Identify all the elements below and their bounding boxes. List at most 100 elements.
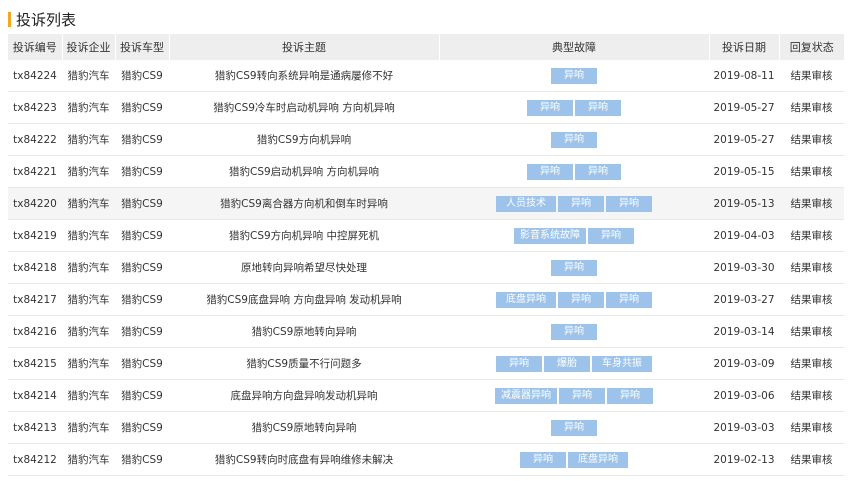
table-row[interactable]: tx84220 猎豹汽车 猎豹CS9 猎豹CS9离合器方向机和倒车时异响 人员技术 异响异…	[8, 187, 844, 220]
fault-tag[interactable]: 异响	[551, 131, 597, 148]
complaint-subject-link[interactable]: 猎豹CS9质量不行问题多	[169, 347, 439, 380]
fault-tag[interactable]: 异响	[575, 163, 621, 180]
table-row[interactable]: tx84214 猎豹汽车 猎豹CS9 底盘异响方向盘异响发动机异响 减震器异响 异响 异响 2…	[8, 379, 844, 412]
complaint-subject-link[interactable]: 原地转向异响希望尽快处理	[169, 251, 439, 284]
fault-tag[interactable]: 异响	[496, 355, 542, 372]
complaint-subject-link[interactable]: 底盘异响方向盘异响发动机异响	[169, 379, 439, 412]
fault-tag[interactable]: 异响	[606, 195, 652, 212]
fault-tags-cell: 异响	[439, 123, 709, 156]
fault-tags: 底盘异响 异响 异响	[439, 291, 709, 308]
table-body: tx84224 猎豹汽车 猎豹CS9 猎豹CS9转向系统异响是通病屡修不好 异响 2019…	[8, 60, 844, 476]
fault-tags: 异响	[439, 419, 709, 436]
table-row[interactable]: tx84218 猎豹汽车 猎豹CS9 原地转向异响希望尽快处理 异响 2019-03-30…	[8, 251, 844, 284]
company-name: 猎豹汽车	[62, 123, 115, 156]
company-name: 猎豹汽车	[62, 443, 115, 476]
fault-tag[interactable]: 底盘异响	[496, 291, 556, 308]
fault-tags-cell: 异响	[439, 60, 709, 92]
fault-tags-cell: 减震器异响 异响 异响	[439, 379, 709, 412]
complaint-date: 2019-03-03	[709, 411, 779, 444]
fault-tag[interactable]: 异响	[551, 323, 597, 340]
complaint-subject-link[interactable]: 猎豹CS9离合器方向机和倒车时异响	[169, 187, 439, 220]
table-row[interactable]: tx84224 猎豹汽车 猎豹CS9 猎豹CS9转向系统异响是通病屡修不好 异响 2019…	[8, 60, 844, 92]
fault-tags: 减震器异响 异响 异响	[439, 387, 709, 404]
car-model: 猎豹CS9	[115, 411, 169, 444]
complaint-date: 2019-05-13	[709, 187, 779, 220]
fault-tag[interactable]: 减震器异响	[495, 387, 557, 404]
fault-tag[interactable]: 异响	[551, 259, 597, 276]
fault-tag[interactable]: 影音系统故障	[514, 227, 586, 244]
reply-status: 结果审核	[779, 347, 844, 380]
table-row[interactable]: tx84215 猎豹汽车 猎豹CS9 猎豹CS9质量不行问题多 异响 爆胎 车身共振 2019…	[8, 347, 844, 380]
car-model: 猎豹CS9	[115, 443, 169, 476]
fault-tags-cell: 底盘异响 异响 异响	[439, 283, 709, 316]
table-row[interactable]: tx84221 猎豹汽车 猎豹CS9 猎豹CS9启动机异响 方向机异响 异响 异响 2019…	[8, 155, 844, 188]
complaint-subject-link[interactable]: 猎豹CS9启动机异响 方向机异响	[169, 155, 439, 188]
table-row[interactable]: tx84213 猎豹汽车 猎豹CS9 猎豹CS9原地转向异响 异响 2019-03-03 结…	[8, 411, 844, 444]
complaint-id: tx84213	[8, 411, 62, 444]
company-name: 猎豹汽车	[62, 219, 115, 252]
complaint-id: tx84220	[8, 187, 62, 220]
table-row[interactable]: tx84222 猎豹汽车 猎豹CS9 猎豹CS9方向机异响 异响 2019-05-27 结果…	[8, 123, 844, 156]
complaint-subject-link[interactable]: 猎豹CS9底盘异响 方向盘异响 发动机异响	[169, 283, 439, 316]
complaint-id: tx84216	[8, 315, 62, 348]
fault-tag[interactable]: 异响	[527, 99, 573, 116]
fault-tag[interactable]: 异响	[520, 451, 566, 468]
reply-status: 结果审核	[779, 187, 844, 220]
complaint-subject-link[interactable]: 猎豹CS9方向机异响	[169, 123, 439, 156]
fault-tag[interactable]: 异响	[588, 227, 634, 244]
fault-tag[interactable]: 异响	[606, 291, 652, 308]
company-name: 猎豹汽车	[62, 315, 115, 348]
fault-tags-cell: 异响 异响	[439, 91, 709, 124]
table-row[interactable]: tx84212 猎豹汽车 猎豹CS9 猎豹CS9转向时底盘有异响维修未解决 异响 底盘异响…	[8, 443, 844, 476]
complaint-subject-link[interactable]: 猎豹CS9原地转向异响	[169, 411, 439, 444]
company-name: 猎豹汽车	[62, 411, 115, 444]
company-name: 猎豹汽车	[62, 379, 115, 412]
complaint-subject-link[interactable]: 猎豹CS9转向时底盘有异响维修未解决	[169, 443, 439, 476]
complaint-date: 2019-03-14	[709, 315, 779, 348]
table-row[interactable]: tx84217 猎豹汽车 猎豹CS9 猎豹CS9底盘异响 方向盘异响 发动机异响 底盘异…	[8, 283, 844, 316]
car-model: 猎豹CS9	[115, 251, 169, 284]
fault-tag[interactable]: 异响	[559, 387, 605, 404]
fault-tag[interactable]: 爆胎	[544, 355, 590, 372]
complaint-id: tx84219	[8, 219, 62, 252]
complaint-id: tx84212	[8, 443, 62, 476]
complaint-date: 2019-03-06	[709, 379, 779, 412]
complaint-subject-link[interactable]: 猎豹CS9转向系统异响是通病屡修不好	[169, 60, 439, 92]
col-header-faults: 典型故障	[439, 34, 710, 60]
company-name: 猎豹汽车	[62, 283, 115, 316]
complaint-subject-link[interactable]: 猎豹CS9原地转向异响	[169, 315, 439, 348]
fault-tag[interactable]: 异响	[558, 291, 604, 308]
page-title: 投诉列表	[8, 8, 76, 30]
car-model: 猎豹CS9	[115, 91, 169, 124]
fault-tag[interactable]: 异响	[558, 195, 604, 212]
complaint-date: 2019-03-27	[709, 283, 779, 316]
table-row[interactable]: tx84216 猎豹汽车 猎豹CS9 猎豹CS9原地转向异响 异响 2019-03-14 结…	[8, 315, 844, 348]
fault-tags: 异响	[439, 323, 709, 340]
complaint-id: tx84222	[8, 123, 62, 156]
complaint-date: 2019-04-03	[709, 219, 779, 252]
fault-tag[interactable]: 车身共振	[592, 355, 652, 372]
complaint-subject-link[interactable]: 猎豹CS9方向机异响 中控屏死机	[169, 219, 439, 252]
col-header-subject: 投诉主题	[169, 34, 440, 60]
reply-status: 结果审核	[779, 60, 844, 92]
car-model: 猎豹CS9	[115, 60, 169, 92]
fault-tag[interactable]: 异响	[607, 387, 653, 404]
fault-tag[interactable]: 异响	[527, 163, 573, 180]
fault-tags: 人员技术 异响 异响	[439, 195, 709, 212]
fault-tag[interactable]: 异响	[551, 67, 597, 84]
fault-tag[interactable]: 底盘异响	[568, 451, 628, 468]
fault-tags-cell: 异响 爆胎 车身共振	[439, 347, 709, 380]
fault-tag[interactable]: 异响	[551, 419, 597, 436]
fault-tag[interactable]: 人员技术	[496, 195, 556, 212]
table-row[interactable]: tx84223 猎豹汽车 猎豹CS9 猎豹CS9冷车时启动机异响 方向机异响 异响 异响 2…	[8, 91, 844, 124]
fault-tag[interactable]: 异响	[575, 99, 621, 116]
complaint-subject-link[interactable]: 猎豹CS9冷车时启动机异响 方向机异响	[169, 91, 439, 124]
complaint-date: 2019-05-27	[709, 123, 779, 156]
table-row[interactable]: tx84219 猎豹汽车 猎豹CS9 猎豹CS9方向机异响 中控屏死机 影音系统故障 异响…	[8, 219, 844, 252]
car-model: 猎豹CS9	[115, 315, 169, 348]
reply-status: 结果审核	[779, 443, 844, 476]
complaint-date: 2019-05-27	[709, 91, 779, 124]
complaint-id: tx84223	[8, 91, 62, 124]
col-header-status: 回复状态	[779, 34, 844, 60]
reply-status: 结果审核	[779, 411, 844, 444]
